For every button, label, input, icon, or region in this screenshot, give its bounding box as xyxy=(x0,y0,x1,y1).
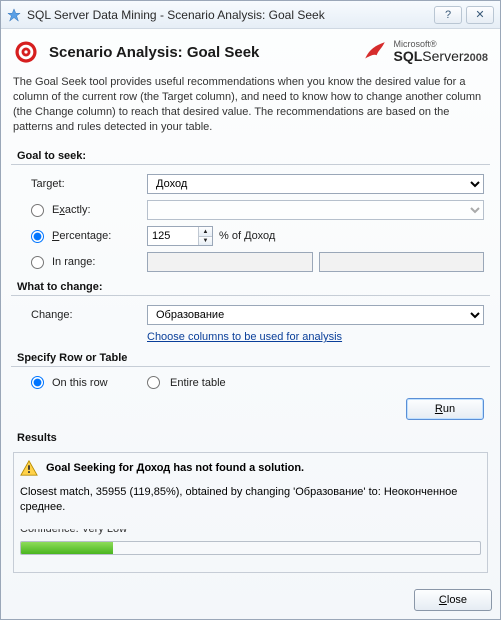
spinner-up-icon[interactable]: ▲ xyxy=(199,227,212,237)
confidence-label: Confidence: Very Low xyxy=(20,523,481,535)
dialog-title: Scenario Analysis: Goal Seek xyxy=(49,44,362,61)
thisrow-radio[interactable] xyxy=(31,376,44,389)
section-goal: Goal to seek: xyxy=(11,144,490,165)
percentage-label: Percentage: xyxy=(52,230,111,242)
close-window-button[interactable]: ✕ xyxy=(466,6,494,24)
entiretable-radio[interactable] xyxy=(147,376,160,389)
help-button[interactable]: ? xyxy=(434,6,462,24)
section-change: What to change: xyxy=(11,275,490,296)
entiretable-label: Entire table xyxy=(170,377,226,389)
target-select[interactable]: Доход xyxy=(147,174,484,194)
change-label: Change: xyxy=(31,309,73,321)
close-button[interactable]: Close xyxy=(414,589,492,611)
spinner-down-icon[interactable]: ▼ xyxy=(199,237,212,246)
dialog-window: SQL Server Data Mining - Scenario Analys… xyxy=(0,0,501,620)
inrange-from-input xyxy=(147,252,313,272)
sqlserver-logo: Microsoft® SQLServer2008 xyxy=(362,39,489,65)
confidence-progress-fill xyxy=(21,542,113,554)
sqlserver-logo-icon xyxy=(362,39,388,65)
section-results: Results xyxy=(11,426,490,444)
dialog-header: Scenario Analysis: Goal Seek Microsoft® … xyxy=(11,35,490,73)
thisrow-label: On this row xyxy=(52,377,108,389)
results-title: Goal Seeking for Доход has not found a s… xyxy=(46,462,304,474)
percentage-spinner[interactable]: ▲ ▼ xyxy=(147,226,213,246)
results-panel: Goal Seeking for Доход has not found a s… xyxy=(13,452,488,573)
warning-icon xyxy=(20,459,38,477)
percentage-radio[interactable] xyxy=(31,230,44,243)
inrange-radio[interactable] xyxy=(31,256,44,269)
confidence-progress xyxy=(20,541,481,555)
percentage-suffix: % of Доход xyxy=(219,230,275,242)
goal-seek-icon xyxy=(13,39,39,65)
description-text: The Goal Seek tool provides useful recom… xyxy=(11,73,490,144)
percentage-input[interactable] xyxy=(148,227,198,245)
choose-columns-link[interactable]: Choose columns to be used for analysis xyxy=(147,331,342,343)
app-icon xyxy=(7,8,21,22)
inrange-label: In range: xyxy=(52,256,95,268)
exactly-select xyxy=(147,200,484,220)
exactly-label: Exactly: xyxy=(52,204,91,216)
target-label: Target: xyxy=(31,178,65,190)
inrange-to-input xyxy=(319,252,485,272)
results-body: Closest match, 35955 (119,85%), obtained… xyxy=(20,485,481,515)
window-title: SQL Server Data Mining - Scenario Analys… xyxy=(27,8,325,22)
run-button[interactable]: Run xyxy=(406,398,484,420)
section-scope: Specify Row or Table xyxy=(11,346,490,367)
titlebar: SQL Server Data Mining - Scenario Analys… xyxy=(1,1,500,29)
change-select[interactable]: Образование xyxy=(147,305,484,325)
exactly-radio[interactable] xyxy=(31,204,44,217)
